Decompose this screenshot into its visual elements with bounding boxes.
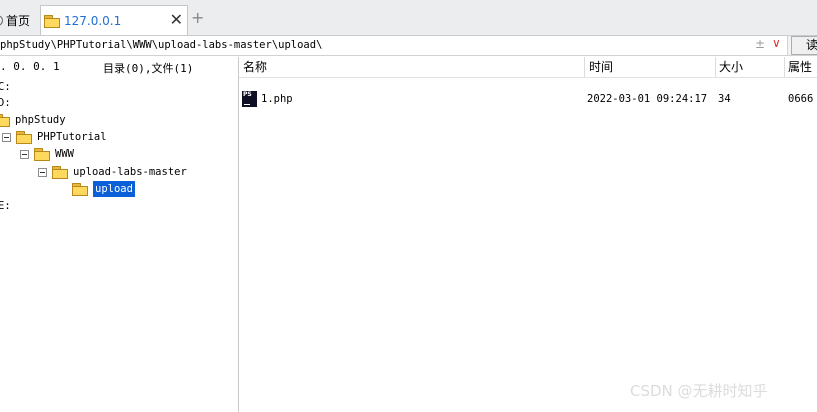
- tree-item-d-drive[interactable]: D:: [0, 95, 11, 111]
- tree-item-label: C:: [0, 81, 11, 93]
- host-label: . 0. 0. 1: [0, 60, 60, 73]
- file-row[interactable]: PS 1.php 2022-03-01 09:24:17 34 0666: [239, 91, 817, 109]
- pane-splitter[interactable]: [238, 57, 239, 412]
- tree-item-label: D:: [0, 97, 11, 109]
- tree-item-www[interactable]: WWW: [20, 146, 74, 162]
- dir-file-count: 目录(0),文件(1): [103, 62, 194, 75]
- path-input[interactable]: phpStudy\PHPTutorial\WWW\upload-labs-mas…: [0, 36, 788, 55]
- tree-item-e-drive[interactable]: E:: [0, 198, 11, 214]
- plus-minus-icon[interactable]: ±: [755, 37, 765, 51]
- tree-item-c-drive[interactable]: C:: [0, 79, 11, 95]
- tree-item-phptutorial[interactable]: PHPTutorial: [2, 129, 107, 145]
- column-name[interactable]: 名称: [239, 57, 585, 77]
- column-time[interactable]: 时间: [585, 57, 715, 77]
- directory-tree: C: D: phpStudy PHPTutorial WWW upload-la…: [0, 78, 238, 412]
- phpstorm-file-icon: PS: [242, 91, 257, 107]
- folder-icon: [72, 183, 88, 196]
- folder-icon: [0, 114, 10, 127]
- close-icon[interactable]: ✕: [170, 12, 183, 28]
- tab-bar: 首页 127.0.0.1 ✕ +: [0, 0, 817, 36]
- file-name: 1.php: [261, 93, 293, 105]
- add-tab-icon[interactable]: +: [191, 10, 204, 26]
- tree-item-phpstudy[interactable]: phpStudy: [0, 112, 66, 128]
- home-icon: [0, 14, 3, 26]
- tree-item-label: PHPTutorial: [37, 131, 107, 143]
- file-list-header: 名称 时间 大小 属性: [239, 57, 817, 78]
- file-size: 34: [718, 93, 731, 105]
- tab-127-0-0-1[interactable]: 127.0.0.1 ✕: [40, 5, 188, 35]
- tree-item-label: phpStudy: [15, 114, 66, 126]
- tab-home[interactable]: 首页: [0, 5, 38, 35]
- folder-icon: [44, 14, 60, 28]
- tree-item-label-selected: upload: [93, 181, 135, 197]
- watermark: CSDN @无耕时知乎: [630, 382, 768, 400]
- column-size[interactable]: 大小: [715, 57, 783, 77]
- tree-item-label: WWW: [55, 148, 74, 160]
- folder-icon: [52, 166, 68, 179]
- collapse-icon[interactable]: [20, 149, 29, 159]
- folder-icon: [34, 148, 50, 161]
- file-time: 2022-03-01 09:24:17: [587, 93, 708, 105]
- collapse-icon[interactable]: [38, 167, 47, 177]
- read-button[interactable]: 读: [791, 36, 817, 55]
- folder-icon: [16, 131, 32, 144]
- file-attr: 0666: [788, 93, 814, 105]
- tree-item-upload[interactable]: upload: [72, 181, 135, 197]
- address-bar: phpStudy\PHPTutorial\WWW\upload-labs-mas…: [0, 36, 817, 56]
- tab-active-label: 127.0.0.1: [64, 13, 122, 28]
- tree-item-label: upload-labs-master: [73, 166, 187, 178]
- tree-header: . 0. 0. 1 目录(0),文件(1): [0, 57, 238, 78]
- chevron-down-icon[interactable]: ∨: [772, 36, 781, 50]
- tree-item-upload-labs-master[interactable]: upload-labs-master: [38, 164, 187, 180]
- tab-home-label: 首页: [6, 13, 31, 28]
- column-attr[interactable]: 属性: [784, 57, 817, 77]
- collapse-icon[interactable]: [2, 132, 11, 142]
- tree-item-label: E:: [0, 200, 11, 212]
